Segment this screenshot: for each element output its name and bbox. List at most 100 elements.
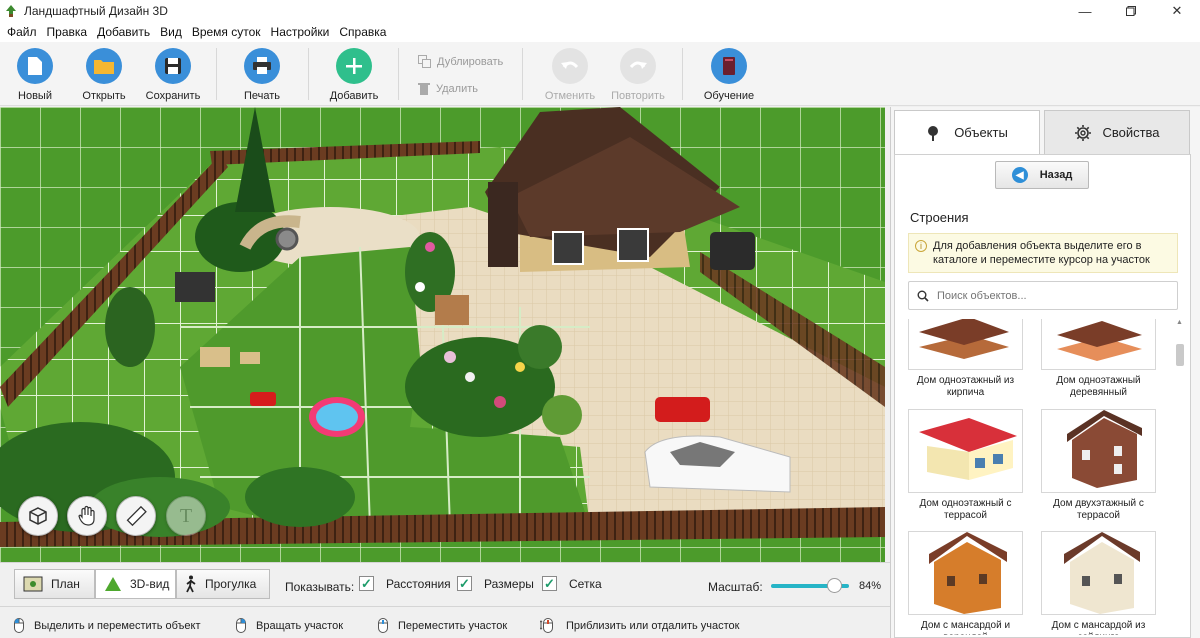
scale-label: Масштаб: [708,580,763,594]
delete-label: Удалить [436,82,478,95]
catalog-item-wooden-house[interactable]: Дом одноэтажный деревянный [1041,319,1156,399]
catalog-scrollbar[interactable]: ▲ [1176,319,1184,635]
gear-icon [1075,124,1092,141]
catalog-item-brick-house[interactable]: Дом одноэтажный из кирпича [908,319,1023,399]
title-bar: Ландшафтный Дизайн 3D — ✕ [0,0,1200,22]
window-title: Ландшафтный Дизайн 3D [24,4,168,18]
new-file-icon [17,48,53,84]
catalog-item-mansard-veranda[interactable]: Дом с мансардой и верандой [908,531,1023,635]
floppy-disk-icon [155,48,191,84]
objects-panel: ◀ Назад Строения i Для добавления объект… [894,154,1191,638]
maximize-icon[interactable] [1108,0,1154,22]
status-rotate-text: Вращать участок [256,619,344,632]
catalog-item-label: Дом двухэтажный с террасой [1053,498,1144,521]
menu-file[interactable]: Файл [7,25,37,39]
undo-label: Отменить [544,90,596,102]
back-button[interactable]: ◀ Назад [995,161,1089,189]
menu-add[interactable]: Добавить [97,25,150,39]
minimize-icon[interactable]: — [1062,0,1108,22]
info-icon: i [915,240,927,252]
tab-objects-label: Объекты [954,125,1008,140]
catalog-item-mansard-siding[interactable]: Дом с мансардой из сайдинга [1041,531,1156,635]
status-bar: Выделить и переместить объект Вращать уч… [0,606,890,638]
status-move: Переместить участок [378,618,507,633]
status-select-text: Выделить и переместить объект [34,619,201,632]
grid-label: Сетка [569,576,602,591]
hint-box: i Для добавления объекта выделите его в … [908,233,1178,273]
scrollbar-thumb[interactable] [1176,344,1184,366]
book-icon [711,48,747,84]
redo-button[interactable]: Повторить [610,48,666,102]
catalog-item-label: Дом с мансардой из сайдинга [1051,620,1146,635]
status-zoom: Приблизить или отдалить участок [540,618,739,633]
walking-person-icon [186,575,196,593]
house-thumbnail [908,531,1023,615]
undo-icon [552,48,588,84]
search-box[interactable] [908,281,1178,310]
toolbar-divider [522,48,523,100]
learn-button[interactable]: Обучение [703,48,755,102]
plan-map-icon [23,576,43,592]
view-mode-3d[interactable]: 3D-вид [95,569,176,599]
check-icon: ✓ [542,576,557,591]
mouse-left-click-icon [14,618,24,633]
house-thumbnail [1041,409,1156,493]
open-button[interactable]: Открыть [81,48,127,102]
catalog-item-two-storey[interactable]: Дом двухэтажный с террасой [1041,409,1156,522]
garden-scene [0,107,885,562]
catalog-item-label: Дом одноэтажный с террасой [919,498,1012,521]
catalog-item-label: Дом одноэтажный из кирпича [916,375,1015,398]
menu-view[interactable]: Вид [160,25,182,39]
menu-help[interactable]: Справка [339,25,386,39]
arrow-left-icon: ◀ [1011,167,1028,183]
ruler-button[interactable] [116,496,156,536]
toolbar-divider [398,48,399,100]
menu-time-of-day[interactable]: Время суток [192,25,261,39]
toolbar-divider [682,48,683,100]
close-icon[interactable]: ✕ [1154,0,1200,22]
app-logo-icon [6,5,16,17]
undo-button[interactable]: Отменить [544,48,596,102]
print-button[interactable]: Печать [243,48,281,102]
text-icon: T [179,504,193,527]
section-title: Строения [910,210,969,225]
scale-slider-knob[interactable] [827,578,842,593]
house-thumbnail [908,319,1023,370]
status-select: Выделить и переместить объект [14,618,201,633]
new-button[interactable]: Новый [16,48,54,102]
grid-checkbox[interactable]: ✓ Сетка [542,576,602,591]
save-button[interactable]: Сохранить [144,48,202,102]
add-button[interactable]: Добавить [327,48,381,102]
duplicate-button[interactable]: Дублировать [418,55,503,68]
hand-pan-button[interactable] [67,496,107,536]
catalog-item-house-terrace[interactable]: Дом одноэтажный с террасой [908,409,1023,522]
sizes-checkbox[interactable]: ✓ Размеры [457,576,534,591]
mouse-wheel-click-icon [378,618,388,633]
objects-tool-button[interactable] [18,496,58,536]
menu-settings[interactable]: Настройки [271,25,330,39]
tab-properties[interactable]: Свойства [1044,110,1190,154]
tab-objects[interactable]: Объекты [894,110,1040,154]
house-thumbnail [1041,531,1156,615]
redo-label: Повторить [611,90,665,102]
search-input[interactable] [937,289,1167,302]
view-mode-plan[interactable]: План [14,569,95,599]
objects-tool-icon [29,507,47,525]
menu-edit[interactable]: Правка [47,25,88,39]
duplicate-icon [418,55,431,68]
mouse-scroll-icon [540,618,553,633]
toolbar: Новый Открыть Сохранить Печать Добавить … [0,42,1200,106]
scale-slider[interactable] [771,578,849,593]
distances-checkbox[interactable]: ✓ Расстояния [359,576,451,591]
3d-viewport[interactable] [0,107,885,562]
text-tool-button[interactable]: T [166,496,206,536]
status-rotate: Вращать участок [236,618,343,633]
distances-label: Расстояния [386,576,451,591]
toolbar-divider [216,48,217,100]
delete-button[interactable]: Удалить [418,82,478,95]
save-label: Сохранить [145,90,201,102]
scroll-up-icon[interactable]: ▲ [1176,319,1183,326]
view-mode-walk[interactable]: Прогулка [176,569,270,599]
new-label: Новый [18,90,52,102]
search-icon [917,290,929,302]
